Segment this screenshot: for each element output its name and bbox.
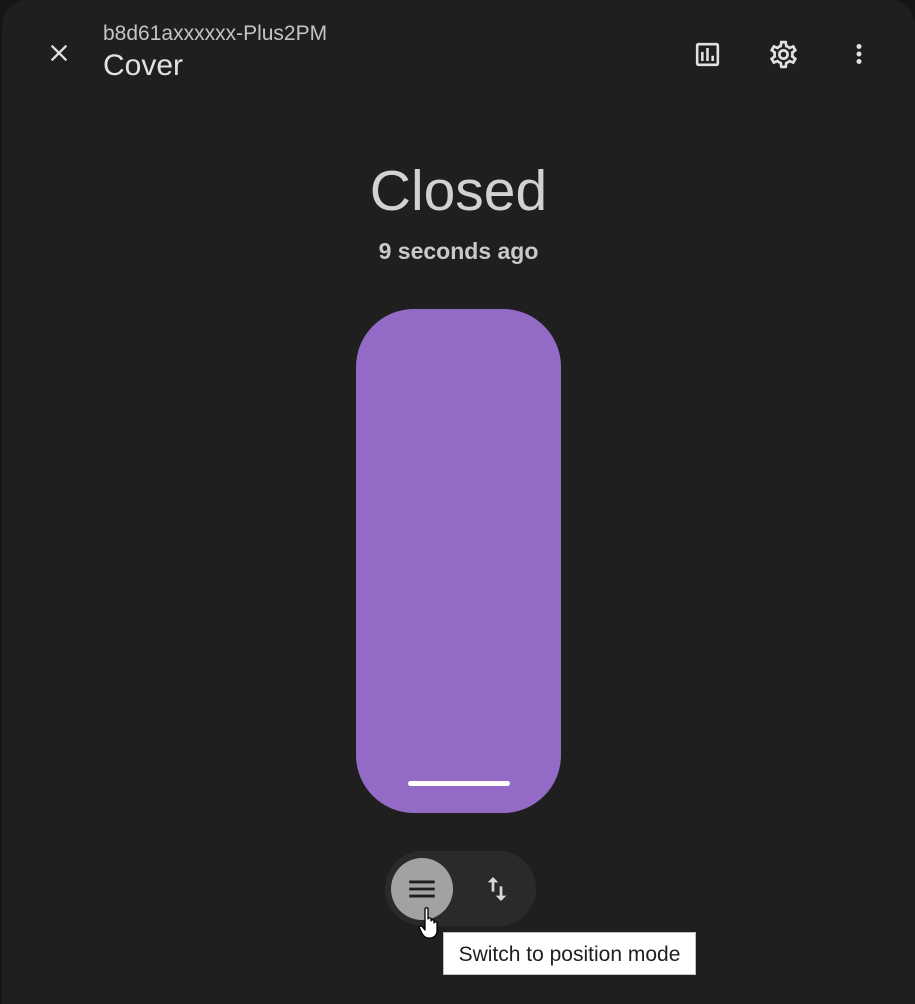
cover-position-slider[interactable] xyxy=(356,309,561,813)
hand-pointer-icon xyxy=(418,907,438,939)
position-mode-button[interactable] xyxy=(466,858,528,920)
settings-button[interactable] xyxy=(759,30,807,78)
state-label: Closed xyxy=(369,159,548,223)
cog-icon xyxy=(769,40,797,68)
history-button[interactable] xyxy=(683,30,731,78)
dots-vertical-icon xyxy=(856,44,862,64)
tooltip: Switch to position mode xyxy=(443,932,696,975)
menu-icon xyxy=(409,880,435,898)
swap-vertical-icon xyxy=(487,877,507,901)
device-name: b8d61axxxxxx-Plus2PM xyxy=(103,22,328,45)
close-icon xyxy=(50,44,68,62)
more-options-button[interactable] xyxy=(835,30,883,78)
chart-box-icon xyxy=(695,42,719,66)
last-changed-label: 9 seconds ago xyxy=(378,238,539,264)
dialog-title-block: b8d61axxxxxx-Plus2PM Cover xyxy=(103,20,327,84)
more-info-dialog: b8d61axxxxxx-Plus2PM Cover Closed 9 seco… xyxy=(2,0,915,1004)
entity-name: Cover xyxy=(103,49,184,82)
close-button[interactable] xyxy=(35,29,83,77)
dialog-header: b8d61axxxxxx-Plus2PM Cover xyxy=(2,0,915,100)
cover-slider-handle[interactable] xyxy=(408,781,510,786)
cover-fill xyxy=(356,309,561,813)
mode-switch xyxy=(385,851,536,926)
